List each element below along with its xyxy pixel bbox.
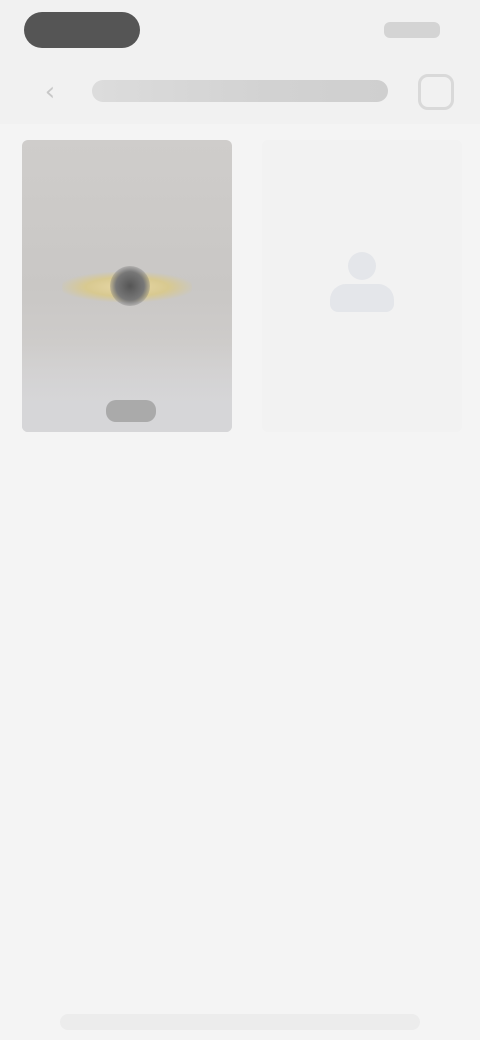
status-pill[interactable] — [24, 12, 140, 48]
media-grid — [22, 140, 462, 440]
photo-floor — [106, 400, 156, 422]
person-head-shape — [348, 252, 376, 280]
page-title-placeholder — [92, 80, 388, 102]
add-person-tile[interactable] — [262, 140, 462, 432]
nav-bar: ‹ — [0, 60, 480, 124]
photo-subject — [110, 266, 150, 306]
page-title — [92, 74, 392, 108]
person-add-icon — [322, 246, 402, 326]
home-indicator — [60, 1014, 420, 1030]
photo-thumbnail[interactable] — [22, 140, 232, 432]
back-button[interactable]: ‹ — [30, 72, 70, 112]
chevron-left-icon: ‹ — [44, 77, 56, 107]
status-indicators — [384, 22, 440, 38]
status-bar — [0, 0, 480, 60]
person-body-shape — [330, 284, 394, 312]
square-icon[interactable] — [418, 74, 454, 110]
